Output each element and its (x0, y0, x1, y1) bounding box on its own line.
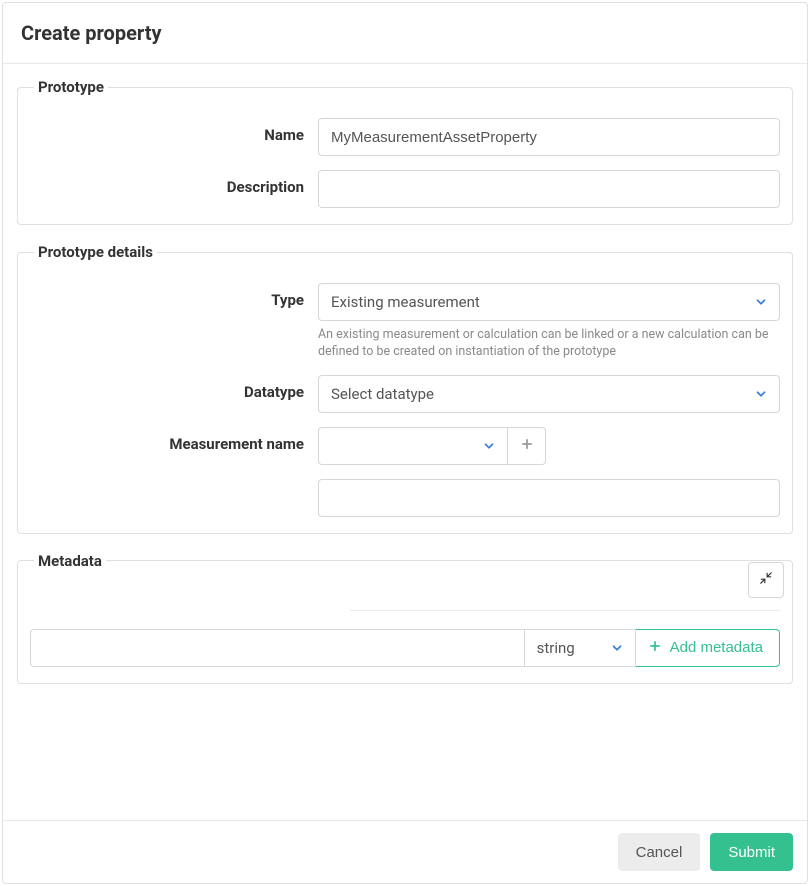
field-row-measurement: Measurement name (30, 427, 780, 517)
field-row-type: Type Existing measurement An existing me… (30, 283, 780, 361)
prototype-details-section: Prototype details Type Existing measurem… (17, 243, 793, 534)
create-property-modal: Create property Prototype Name Descripti… (2, 2, 808, 884)
add-metadata-button[interactable]: Add metadata (635, 629, 780, 667)
datatype-select-wrap: Select datatype (318, 375, 780, 413)
compress-icon (759, 571, 773, 588)
datatype-select[interactable]: Select datatype (318, 375, 780, 413)
datatype-select-placeholder: Select datatype (331, 385, 434, 403)
measurement-select[interactable] (318, 427, 508, 465)
add-metadata-label: Add metadata (670, 639, 763, 656)
field-row-datatype: Datatype Select datatype (30, 375, 780, 413)
type-control: Existing measurement An existing measure… (318, 283, 780, 361)
type-select[interactable]: Existing measurement (318, 283, 780, 321)
collapse-button[interactable] (748, 562, 784, 598)
cancel-button[interactable]: Cancel (618, 833, 701, 871)
name-input[interactable] (318, 118, 780, 156)
modal-body: Prototype Name Description Prototype det… (3, 64, 807, 820)
plus-icon (648, 639, 662, 657)
description-label: Description (30, 170, 318, 196)
metadata-row: string Add metadata (30, 629, 780, 667)
metadata-key-input[interactable] (30, 629, 524, 667)
metadata-type-select[interactable]: string (524, 629, 636, 667)
prototype-details-legend: Prototype details (34, 243, 157, 261)
measurement-extra-input[interactable] (318, 479, 780, 517)
field-row-description: Description (30, 170, 780, 208)
datatype-control: Select datatype (318, 375, 780, 413)
modal-header: Create property (3, 3, 807, 64)
metadata-type-wrap: string (524, 629, 636, 667)
type-select-wrap: Existing measurement (318, 283, 780, 321)
description-control (318, 170, 780, 208)
metadata-legend: Metadata (34, 552, 106, 570)
measurement-select-wrap (318, 427, 508, 465)
submit-button[interactable]: Submit (710, 833, 793, 871)
type-label: Type (30, 283, 318, 309)
description-input[interactable] (318, 170, 780, 208)
measurement-extra (318, 479, 780, 517)
measurement-control (318, 427, 780, 517)
name-label: Name (30, 118, 318, 144)
modal-footer: Cancel Submit (3, 820, 807, 883)
prototype-section: Prototype Name Description (17, 78, 793, 225)
measurement-label: Measurement name (30, 427, 318, 453)
metadata-section: Metadata string (17, 552, 793, 684)
metadata-divider (350, 610, 780, 611)
type-help-text: An existing measurement or calculation c… (318, 327, 780, 361)
measurement-combo (318, 427, 780, 465)
type-select-value: Existing measurement (331, 293, 480, 311)
metadata-type-value: string (537, 639, 575, 657)
field-row-name: Name (30, 118, 780, 156)
datatype-label: Datatype (30, 375, 318, 401)
plus-icon (520, 437, 534, 454)
modal-title: Create property (21, 21, 789, 45)
prototype-legend: Prototype (34, 78, 108, 96)
name-control (318, 118, 780, 156)
add-measurement-button[interactable] (508, 427, 546, 465)
